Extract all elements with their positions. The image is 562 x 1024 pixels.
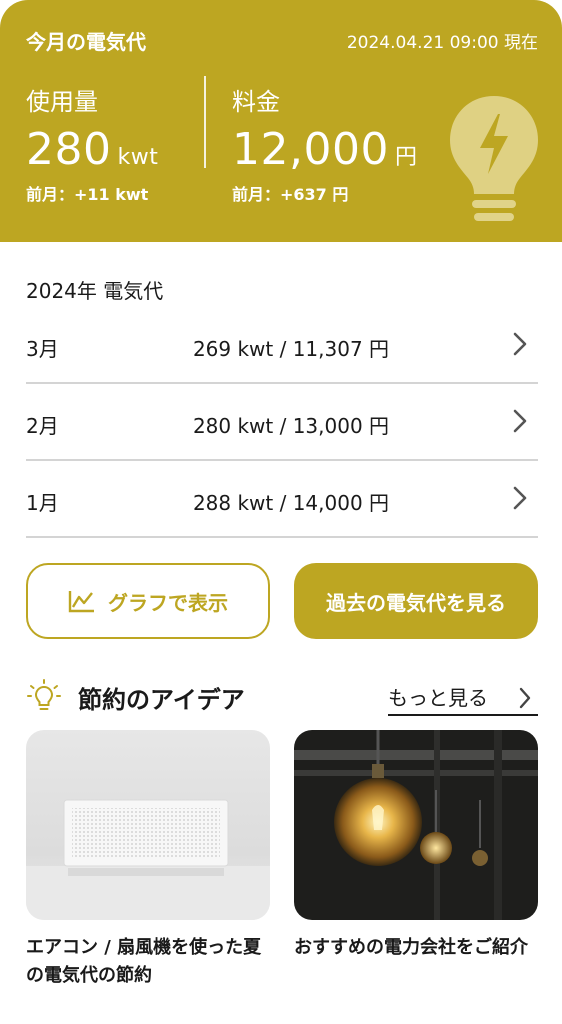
usage-prev-diff: 前月：+11 kwt [26,185,149,204]
row-month: 1月 [26,491,59,515]
air-purifier-image [26,730,270,920]
line-chart-icon [68,591,94,613]
light-bulb-image [294,730,538,920]
idea-card-power-company[interactable]: おすすめの電力会社をご紹介 [294,730,538,962]
show-graph-label: グラフで表示 [108,590,228,615]
monthly-summary-header: 今月の電気代 2024.04.21 09:00 現在 使用量 280 kwt 前月… [0,0,562,242]
lightbulb-idea-icon [27,679,61,710]
header-title: 今月の電気代 [26,30,146,54]
idea-caption: エアコン / 扇風機を使った夏の電気代の節約 [26,937,262,986]
fee-number: 12,000 [232,124,389,175]
chevron-right-icon [513,486,527,510]
past-bills-button[interactable]: 過去の電気代を見る [294,563,538,639]
fee-label: 料金 [232,88,280,116]
history-row-march[interactable]: 3月 269 kwt / 11,307 円 [26,307,538,384]
past-bills-label: 過去の電気代を見る [326,590,506,615]
ideas-title: 節約のアイデア [78,686,245,714]
history-title: 2024年 電気代 [26,279,164,303]
usage-label: 使用量 [26,88,98,116]
fee-prev-diff: 前月：+637 円 [232,185,349,204]
chevron-right-icon [519,687,531,709]
chevron-right-icon [513,409,527,433]
row-month: 3月 [26,337,59,361]
idea-card-aircon[interactable]: エアコン / 扇風機を使った夏の電気代の節約 [26,730,270,990]
usage-number: 280 [26,124,112,175]
show-graph-button[interactable]: グラフで表示 [26,563,270,639]
lightbulb-bolt-icon [450,96,538,221]
idea-caption: おすすめの電力会社をご紹介 [294,937,528,958]
more-ideas-link[interactable]: もっと見る [388,682,538,716]
row-detail: 280 kwt / 13,000 円 [192,414,390,438]
fee-unit: 円 [394,145,418,170]
row-detail: 269 kwt / 11,307 円 [192,337,390,361]
usage-unit: kwt [117,145,159,170]
fee-value: 12,000 円 [232,124,417,175]
row-month: 2月 [26,414,59,438]
header-timestamp: 2024.04.21 09:00 現在 [346,33,538,53]
stat-divider [204,76,206,168]
history-row-january[interactable]: 1月 288 kwt / 14,000 円 [26,461,538,538]
usage-value: 280 kwt [26,124,158,175]
more-ideas-label: もっと見る [388,686,488,710]
ideas-header: 節約のアイデア もっと見る [26,676,538,716]
history-row-february[interactable]: 2月 280 kwt / 13,000 円 [26,384,538,461]
row-detail: 288 kwt / 14,000 円 [192,491,390,515]
chevron-right-icon [513,332,527,356]
